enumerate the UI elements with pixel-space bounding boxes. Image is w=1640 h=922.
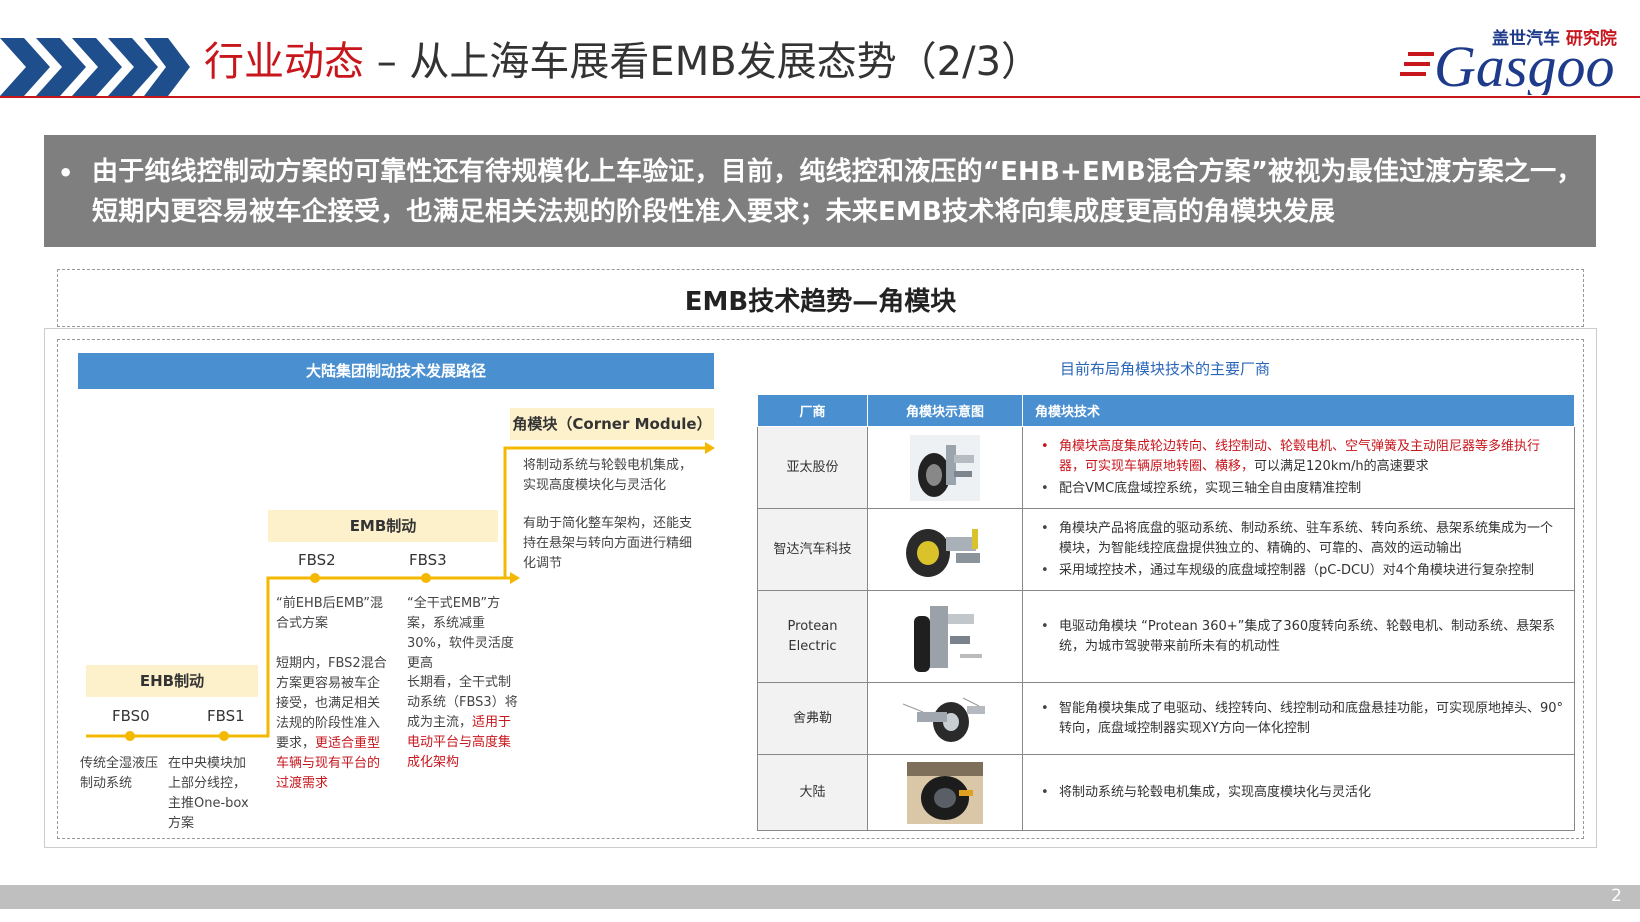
tech-bullet: 采用域控技术，通过车规级的底盘域控制器（pC-DCU）对4个角模块进行复杂控制	[1037, 561, 1564, 581]
fbs1-description: 在中央模块加上部分线控，主推One-box方案	[168, 756, 249, 831]
timeline-arrow-corner	[705, 442, 715, 454]
table-row: 舍弗勒 智能角模块集成了电驱动、线控转向、线控制动和底盘悬挂功能，可实现原地掉头…	[757, 682, 1575, 755]
tech-bullet: 角模块高度集成轮边转向、线控制动、轮毂电机、空气弹簧及主动阻尼器等多维执行器，可…	[1037, 437, 1564, 477]
vendor-table-header: 厂商 角模块示意图 角模块技术	[757, 394, 1575, 427]
vendor-name: 亚太股份	[757, 426, 868, 509]
vendor-table: 厂商 角模块示意图 角模块技术 亚太股份 角模块高度集成轮边转向、线控制动、轮毂…	[757, 394, 1575, 831]
tech-bullet: 将制动系统与轮毂电机集成，实现高度模块化与灵活化	[1037, 783, 1564, 803]
vendor-technology: 将制动系统与轮毂电机集成，实现高度模块化与灵活化	[1022, 754, 1575, 831]
fbs1-label: FBS1	[207, 707, 245, 725]
tech-bullet: 配合VMC底盘域控系统，实现三轴全自由度精准控制	[1037, 479, 1564, 499]
timeline-node-fbs0	[125, 731, 135, 741]
timeline-node-fbs2	[310, 573, 320, 583]
fbs3-label: FBS3	[409, 551, 447, 569]
vendor-diagram	[867, 682, 1023, 755]
vendor-name: Protean Electric	[757, 590, 868, 683]
fbs3-description-a: “全干式EMB”方案，系统减重30%，软件灵活度更高	[407, 596, 514, 671]
vendor-diagram	[867, 590, 1023, 683]
vendor-name: 智达汽车科技	[757, 508, 868, 591]
fbs2-description-a: “前EHB后EMB”混合式方案	[276, 596, 384, 631]
vendor-diagram	[867, 508, 1023, 591]
fbs2-description-b: 短期内，FBS2混合方案更容易被车企接受，也满足相关法规的阶段性准入要求，更适合…	[276, 654, 388, 794]
header-vendor: 厂商	[757, 394, 868, 427]
vendor-technology: 角模块产品将底盘的驱动系统、制动系统、驻车系统、转向系统、悬架系统集成为一个模块…	[1022, 508, 1575, 591]
corner-description-a: 将制动系统与轮毂电机集成，实现高度模块化与灵活化	[523, 458, 693, 493]
vendor-table-title: 目前布局角模块技术的主要厂商	[1059, 360, 1270, 378]
timeline-arrow-emb	[510, 572, 520, 584]
tech-bullet: 角模块产品将底盘的驱动系统、制动系统、驻车系统、转向系统、悬架系统集成为一个模块…	[1037, 519, 1564, 559]
tech-bullets: 电驱动角模块 “Protean 360+”集成了360度转向系统、轮毂电机、制动…	[1037, 617, 1564, 657]
table-row: 大陆 将制动系统与轮毂电机集成，实现高度模块化与灵活化	[757, 754, 1575, 831]
header-technology: 角模块技术	[1022, 394, 1575, 427]
table-row: Protean Electric 电驱动角模块 “Protean 360+”集成了…	[757, 590, 1575, 683]
vendor-technology: 电驱动角模块 “Protean 360+”集成了360度转向系统、轮毂电机、制动…	[1022, 590, 1575, 683]
stage-ehb: EHB制动	[86, 665, 258, 697]
tech-bullet: 电驱动角模块 “Protean 360+”集成了360度转向系统、轮毂电机、制动…	[1037, 617, 1564, 657]
tech-bullets: 角模块高度集成轮边转向、线控制动、轮毂电机、空气弹簧及主动阻尼器等多维执行器，可…	[1037, 437, 1564, 499]
vendor-technology: 角模块高度集成轮边转向、线控制动、轮毂电机、空气弹簧及主动阻尼器等多维执行器，可…	[1022, 426, 1575, 509]
vendor-diagram	[867, 754, 1023, 831]
vendor-name: 舍弗勒	[757, 682, 868, 755]
corner-module-wheel-icon	[893, 689, 997, 748]
table-row: 智达汽车科技 角模块产品将底盘的驱动系统、制动系统、驻车系统、转向系统、悬架系统…	[757, 508, 1575, 591]
corner-module-wheel-icon	[910, 434, 980, 501]
stage-corner-module: 角模块（Corner Module）	[510, 408, 714, 440]
timeline-node-fbs1	[219, 731, 229, 741]
page-number: 2	[1611, 886, 1622, 906]
stage-emb: EMB制动	[268, 510, 498, 542]
corner-description-b: 有助于简化整车架构，还能支持在悬架与转向方面进行精细化调节	[523, 516, 693, 571]
vendor-name-line1: Protean	[787, 618, 838, 634]
fbs3-description-b: 长期看，全干式制动系统（FBS3）将成为主流，适用于电动平台与高度集成化架构	[407, 673, 523, 773]
corner-module-wheel-icon	[902, 518, 988, 581]
vendor-name: 大陆	[757, 754, 868, 831]
timeline-node-fbs3	[421, 573, 431, 583]
fbs0-description: 传统全湿液压制动系统	[80, 756, 159, 791]
tech-bullets: 智能角模块集成了电驱动、线控转向、线控制动和底盘悬挂功能，可实现原地掉头、90°…	[1037, 699, 1564, 739]
vendor-name-line2: Electric	[788, 638, 837, 654]
corner-module-wheel-icon	[907, 761, 983, 824]
vendor-technology: 智能角模块集成了电驱动、线控转向、线控制动和底盘悬挂功能，可实现原地掉头、90°…	[1022, 682, 1575, 755]
vendor-diagram	[867, 426, 1023, 509]
tech-bullets: 将制动系统与轮毂电机集成，实现高度模块化与灵活化	[1037, 783, 1564, 803]
header-diagram: 角模块示意图	[867, 394, 1023, 427]
fbs0-label: FBS0	[112, 707, 150, 725]
footer-bar	[0, 885, 1640, 909]
tech-bullets: 角模块产品将底盘的驱动系统、制动系统、驻车系统、转向系统、悬架系统集成为一个模块…	[1037, 519, 1564, 581]
tech-bullet-tail: 可以满足120km/h的高速要求	[1254, 458, 1429, 474]
corner-module-wheel-icon	[904, 595, 986, 678]
table-row: 亚太股份 角模块高度集成轮边转向、线控制动、轮毂电机、空气弹簧及主动阻尼器等多维…	[757, 426, 1575, 509]
fbs2-label: FBS2	[298, 551, 336, 569]
tech-bullet: 智能角模块集成了电驱动、线控转向、线控制动和底盘悬挂功能，可实现原地掉头、90°…	[1037, 699, 1564, 739]
